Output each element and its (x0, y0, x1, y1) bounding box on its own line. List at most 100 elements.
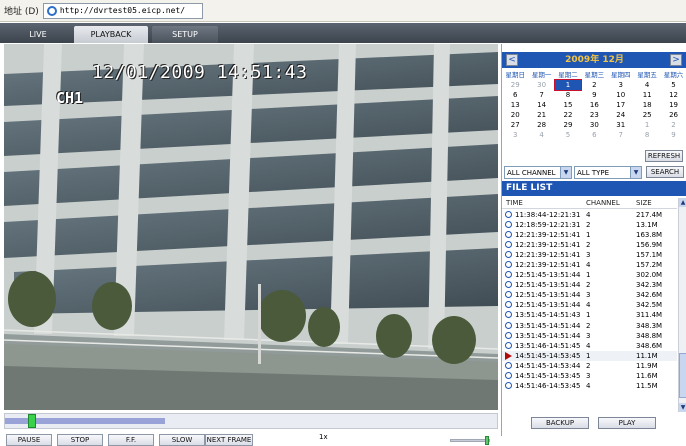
calendar-day[interactable]: 23 (581, 110, 607, 120)
calendar-day[interactable]: 9 (581, 90, 607, 100)
calendar-day[interactable]: 17 (608, 100, 634, 110)
calendar-day[interactable]: 24 (608, 110, 634, 120)
calendar-weeks: 29 30 1 2 3 4 5 6 7 8 9 10 11 12 13 14 15 16 17 18 19 20 21 22 2… (502, 79, 686, 140)
column-time: TIME (506, 199, 523, 207)
file-row[interactable]: 14:51:46-14:53:45 4 11.5M (502, 381, 677, 391)
refresh-button[interactable]: REFRESH (645, 150, 683, 162)
calendar-week-row: 3456789 (502, 130, 686, 140)
file-channel: 2 (586, 241, 591, 250)
search-button[interactable]: SEARCH (646, 166, 684, 178)
calendar-day[interactable]: 11 (634, 90, 660, 100)
file-list: 11:38:44-12:21:31 4 217.4M 12:18:59-12:21:3… (502, 210, 677, 412)
calendar-day[interactable]: 1 (634, 120, 660, 130)
calendar-day[interactable]: 25 (634, 110, 660, 120)
scroll-down-icon[interactable]: ▼ (679, 403, 686, 412)
backup-button[interactable]: BACKUP (531, 417, 589, 429)
calendar-day[interactable]: 26 (660, 110, 686, 120)
file-row[interactable]: 12:51:45-13:51:44 1 302.0M (502, 270, 677, 280)
calendar-day[interactable]: 3 (608, 80, 634, 90)
tab-live[interactable]: LIVE (6, 26, 70, 43)
file-row[interactable]: 12:51:45-13:51:44 4 342.5M (502, 300, 677, 310)
calendar-day[interactable]: 30 (528, 80, 554, 90)
file-list-scrollbar[interactable]: ▲ ▼ (678, 198, 686, 412)
calendar-day[interactable]: 19 (660, 100, 686, 110)
volume-slider[interactable] (450, 436, 490, 445)
pause-button[interactable]: PAUSE (6, 434, 52, 446)
calendar-day[interactable]: 6 (502, 90, 528, 100)
file-row[interactable]: 13:51:45-14:51:44 2 348.3M (502, 321, 677, 331)
file-row[interactable]: 14:51:45-14:53:45 1 11.1M (502, 350, 677, 361)
tab-setup[interactable]: SETUP (152, 26, 218, 43)
file-row[interactable]: 12:21:39-12:51:41 1 163.8M (502, 230, 677, 240)
calendar-day[interactable]: 18 (634, 100, 660, 110)
file-row[interactable]: 13:51:45-14:51:44 3 348.8M (502, 331, 677, 341)
file-time: 12:51:45-13:51:44 (515, 281, 581, 290)
file-size: 311.4M (636, 311, 663, 320)
channel-select[interactable]: ALL CHANNEL ▼ (504, 166, 572, 179)
file-row[interactable]: 13:51:46-14:51:45 4 348.6M (502, 341, 677, 351)
fast-forward-button[interactable]: F.F. (108, 434, 154, 446)
scroll-up-icon[interactable]: ▲ (679, 198, 686, 207)
clock-icon (505, 251, 512, 259)
file-channel: 2 (586, 221, 591, 230)
calendar-day[interactable]: 29 (555, 120, 581, 130)
slow-button[interactable]: SLOW (159, 434, 205, 446)
stop-button[interactable]: STOP (57, 434, 103, 446)
calendar-day[interactable]: 9 (660, 130, 686, 140)
calendar-day[interactable]: 12 (660, 90, 686, 100)
calendar-day[interactable]: 16 (581, 100, 607, 110)
calendar-day[interactable]: 2 (660, 120, 686, 130)
tab-bar: LIVE PLAYBACK SETUP (0, 23, 686, 43)
file-time: 12:51:45-13:51:44 (515, 291, 581, 300)
calendar-day[interactable]: 8 (634, 130, 660, 140)
calendar-day[interactable]: 2 (581, 80, 607, 90)
file-row[interactable]: 12:18:59-12:21:31 2 13.1M (502, 220, 677, 230)
tab-playback[interactable]: PLAYBACK (74, 26, 148, 43)
next-frame-button[interactable]: NEXT FRAME (205, 434, 253, 446)
calendar-day[interactable]: 14 (528, 100, 554, 110)
calendar-day[interactable]: 5 (555, 130, 581, 140)
file-time: 13:51:46-14:51:45 (515, 341, 581, 350)
file-row[interactable]: 12:21:39-12:51:41 2 156.9M (502, 240, 677, 250)
scroll-thumb[interactable] (679, 353, 686, 398)
calendar-day[interactable]: 1 (553, 79, 583, 91)
calendar-day[interactable]: 10 (608, 90, 634, 100)
calendar-day[interactable]: 30 (581, 120, 607, 130)
calendar-day[interactable]: 3 (502, 130, 528, 140)
calendar-day[interactable]: 8 (555, 90, 581, 100)
calendar-day[interactable]: 31 (608, 120, 634, 130)
file-row[interactable]: 12:51:45-13:51:44 2 342.3M (502, 280, 677, 290)
playback-timeline[interactable] (4, 413, 498, 429)
calendar-day[interactable]: 28 (528, 120, 554, 130)
calendar-day[interactable]: 7 (528, 90, 554, 100)
file-row[interactable]: 11:38:44-12:21:31 4 217.4M (502, 210, 677, 220)
calendar-day[interactable]: 15 (555, 100, 581, 110)
calendar-day[interactable]: 4 (634, 80, 660, 90)
calendar-prev-button[interactable]: < (506, 54, 518, 66)
play-button[interactable]: PLAY (598, 417, 656, 429)
calendar-day[interactable]: 7 (608, 130, 634, 140)
file-row[interactable]: 12:51:45-13:51:44 3 342.6M (502, 290, 677, 300)
type-select[interactable]: ALL TYPE ▼ (574, 166, 642, 179)
file-row[interactable]: 14:51:45-14:53:44 2 11.9M (502, 361, 677, 371)
calendar-day[interactable]: 20 (502, 110, 528, 120)
calendar-day[interactable]: 13 (502, 100, 528, 110)
calendar-week-row: 13 14 15 16 17 18 19 (502, 100, 686, 110)
calendar-day[interactable]: 6 (581, 130, 607, 140)
file-row[interactable]: 12:21:39-12:51:41 3 157.1M (502, 250, 677, 260)
calendar-day[interactable]: 27 (502, 120, 528, 130)
file-channel: 1 (586, 271, 591, 280)
calendar-next-button[interactable]: > (670, 54, 682, 66)
calendar-day[interactable]: 5 (660, 80, 686, 90)
calendar-day[interactable]: 22 (555, 110, 581, 120)
file-row[interactable]: 13:51:45-14:51:43 1 311.4M (502, 310, 677, 320)
calendar-day[interactable]: 4 (528, 130, 554, 140)
file-row[interactable]: 14:51:45-14:53:45 3 11.6M (502, 371, 677, 381)
file-row[interactable]: 12:21:39-12:51:41 4 157.2M (502, 260, 677, 270)
calendar-day[interactable]: 21 (528, 110, 554, 120)
timeline-handle[interactable] (28, 414, 36, 428)
video-player[interactable]: 12/01/2009 14:51:43 CH1 (4, 44, 498, 410)
calendar-day[interactable]: 29 (502, 80, 528, 90)
volume-knob[interactable] (485, 436, 489, 445)
url-input[interactable]: http://dvrtest05.eicp.net/ (42, 2, 203, 19)
